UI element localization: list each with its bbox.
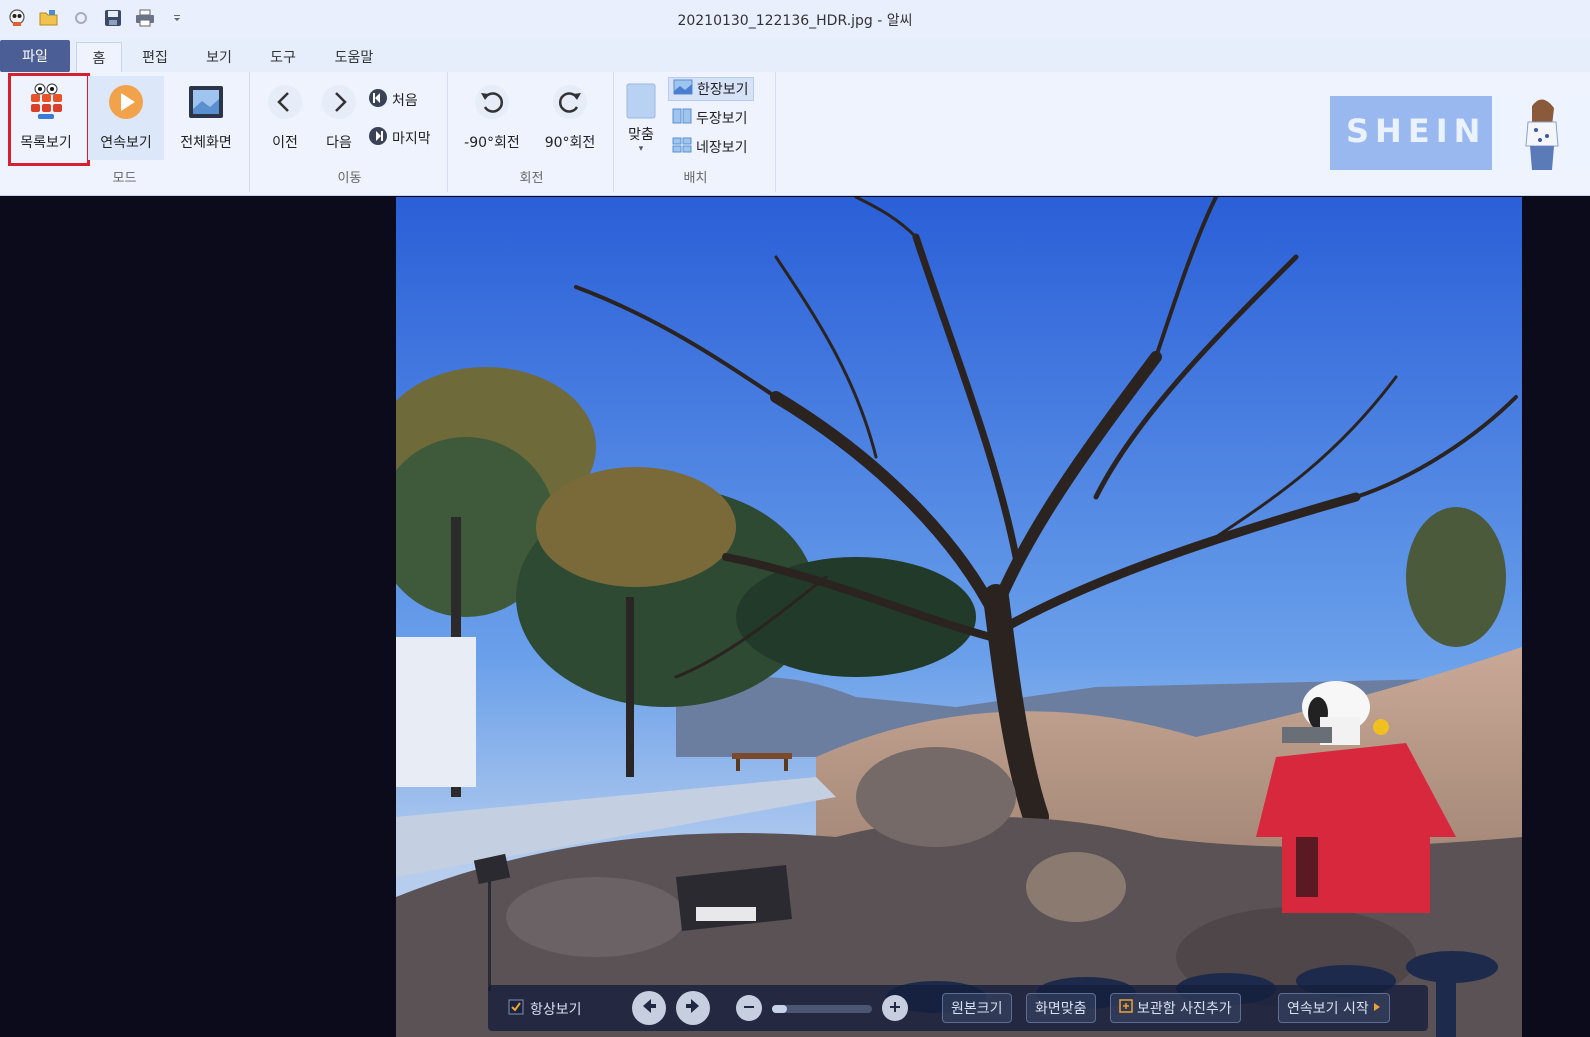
ribbon: 목록보기 연속보기 전체화면 모드 이전 다음 처음 마지막 이동 -90°회전…	[0, 72, 1590, 196]
rotate-cw-icon	[550, 82, 590, 122]
fit-screen-button[interactable]: 화면맞춤	[1026, 993, 1096, 1023]
rotate-ccw-icon	[472, 82, 512, 122]
single-view-label: 한장보기	[697, 82, 749, 98]
chevron-right-icon	[319, 82, 359, 122]
fullscreen-icon	[186, 82, 226, 122]
move-group: 이전 다음 처음 마지막 이동	[252, 72, 448, 192]
double-view-icon	[672, 108, 692, 128]
tab-file[interactable]: 파일	[0, 40, 70, 72]
single-view-icon	[673, 79, 693, 99]
highlight-box	[8, 73, 90, 166]
fullscreen-label: 전체화면	[180, 135, 232, 151]
viewer-toolbar: 항상보기 원본크기 화면맞춤 보관함 사진추가 연속보기 시작	[488, 985, 1428, 1031]
next-label: 다음	[326, 135, 352, 151]
fullscreen-button[interactable]: 전체화면	[168, 76, 244, 160]
double-view-button[interactable]: 두장보기	[672, 106, 748, 130]
minus-icon	[742, 999, 756, 1018]
skip-last-icon	[368, 126, 388, 150]
rotate-group-label: 회전	[519, 171, 544, 186]
quad-view-button[interactable]: 네장보기	[672, 135, 748, 159]
rotate-ccw-button[interactable]: -90°회전	[454, 76, 530, 160]
alsee-window: 20210130_122136_HDR.jpg - 알씨 파일 홈 편집 보기 …	[0, 0, 1590, 1037]
first-label: 처음	[392, 93, 418, 109]
mode-group: 목록보기 연속보기 전체화면 모드	[0, 72, 250, 192]
zoom-slider-fill	[772, 1005, 787, 1013]
next-image-button[interactable]	[676, 991, 710, 1025]
start-slideshow-button[interactable]: 연속보기 시작	[1278, 993, 1390, 1023]
tab-home[interactable]: 홈	[76, 42, 122, 72]
slideshow-label: 연속보기	[100, 135, 152, 151]
fit-label: 맞춤	[628, 127, 654, 143]
rotate-cw-button[interactable]: 90°회전	[532, 76, 608, 160]
add-to-storage-button[interactable]: 보관함 사진추가	[1110, 993, 1241, 1023]
tab-view[interactable]: 보기	[194, 42, 244, 72]
zoom-slider[interactable]	[772, 1005, 872, 1013]
always-show-label: 항상보기	[530, 1002, 582, 1018]
rotate-cw-label: 90°회전	[544, 135, 596, 151]
tab-edit[interactable]: 편집	[130, 42, 180, 72]
displayed-photo[interactable]	[396, 197, 1522, 1037]
skip-first-icon	[368, 88, 388, 112]
tab-help[interactable]: 도움말	[322, 42, 386, 72]
mode-group-label: 모드	[112, 171, 137, 186]
last-button[interactable]: 마지막	[368, 126, 431, 150]
add-photo-icon	[1119, 999, 1133, 1017]
ad-model-image	[1492, 96, 1590, 170]
last-label: 마지막	[392, 131, 431, 147]
layout-group: 맞춤 ▾ 한장보기 두장보기 네장보기 배치	[616, 72, 776, 192]
fit-icon	[621, 82, 661, 122]
window-title: 20210130_122136_HDR.jpg - 알씨	[677, 13, 913, 29]
arrow-right-icon	[683, 996, 703, 1020]
single-view-button[interactable]: 한장보기	[668, 77, 754, 101]
ribbon-tabs: 파일 홈 편집 보기 도구 도움말	[0, 38, 1590, 72]
ad-brand-text: SHEIN	[1346, 112, 1487, 150]
double-view-label: 두장보기	[696, 111, 748, 127]
fit-button[interactable]: 맞춤 ▾	[620, 76, 662, 160]
first-button[interactable]: 처음	[368, 88, 418, 112]
image-viewer[interactable]	[0, 197, 1590, 1037]
add-to-storage-label: 보관함 사진추가	[1137, 1001, 1232, 1017]
layout-group-label: 배치	[683, 171, 708, 186]
zoom-in-button[interactable]	[882, 995, 908, 1021]
chevron-left-icon	[265, 82, 305, 122]
prev-button[interactable]: 이전	[258, 76, 312, 160]
quad-view-label: 네장보기	[696, 140, 748, 156]
slideshow-button[interactable]: 연속보기	[88, 76, 164, 160]
move-group-label: 이동	[337, 171, 362, 186]
quad-view-icon	[672, 137, 692, 157]
start-slideshow-label: 연속보기 시작	[1287, 1001, 1369, 1017]
arrow-left-icon	[639, 996, 659, 1020]
checkbox-icon[interactable]	[508, 999, 524, 1019]
play-icon	[106, 82, 146, 122]
play-small-icon	[1373, 1000, 1381, 1016]
ad-banner[interactable]: SHEIN	[1330, 96, 1590, 170]
prev-image-button[interactable]	[632, 991, 666, 1025]
title-bar: 20210130_122136_HDR.jpg - 알씨	[0, 0, 1590, 38]
prev-label: 이전	[272, 135, 298, 151]
rotate-ccw-label: -90°회전	[464, 135, 520, 151]
original-size-button[interactable]: 원본크기	[942, 993, 1012, 1023]
tab-tools[interactable]: 도구	[258, 42, 308, 72]
always-show-toggle[interactable]: 항상보기	[508, 997, 582, 1021]
rotate-group: -90°회전 90°회전 회전	[450, 72, 614, 192]
next-button[interactable]: 다음	[312, 76, 366, 160]
fit-dropdown-icon[interactable]: ▾	[639, 144, 644, 154]
zoom-out-button[interactable]	[736, 995, 762, 1021]
plus-icon	[888, 999, 902, 1018]
